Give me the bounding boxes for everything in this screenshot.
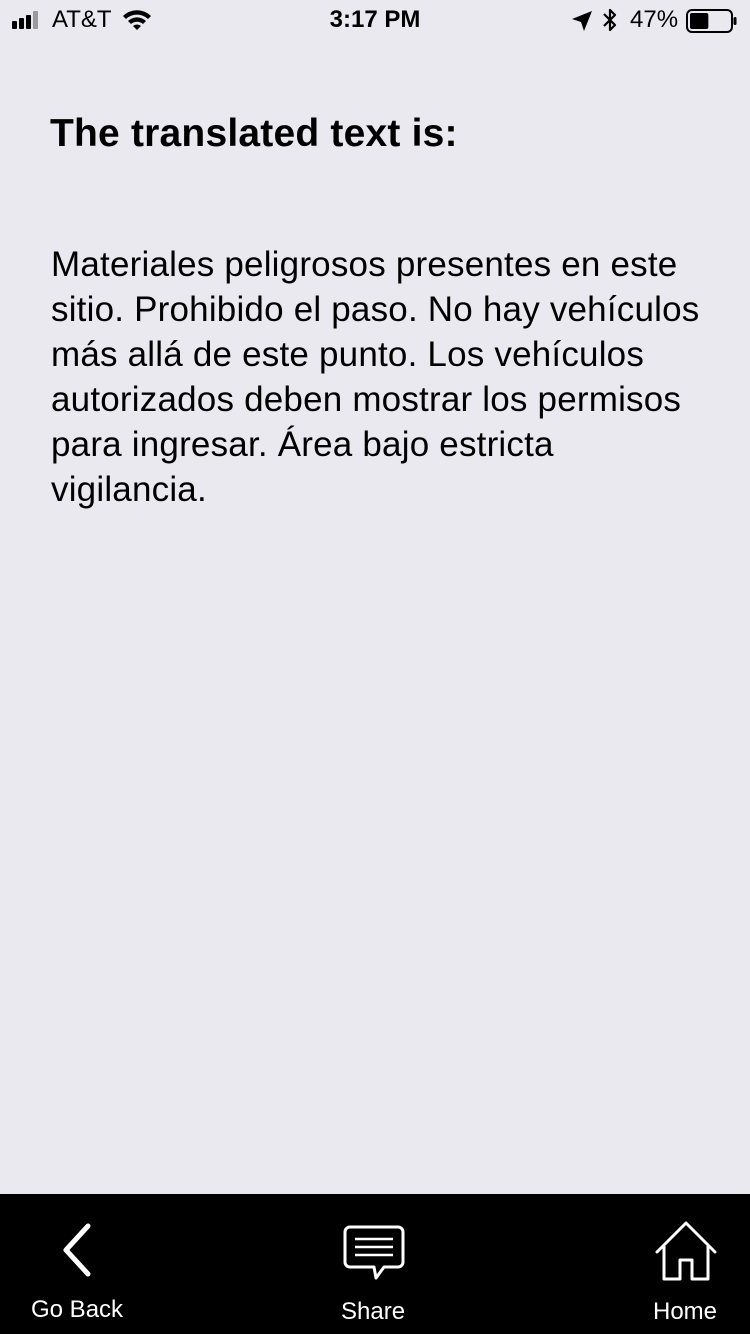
battery-percent: 47% (630, 6, 679, 33)
share-button[interactable]: Share (300, 1194, 450, 1334)
bluetooth-icon (603, 8, 617, 32)
go-back-button[interactable]: Go Back (0, 1194, 160, 1334)
speech-bubble-icon (343, 1225, 405, 1280)
status-bar: AT&T 3:17 PM 47% (0, 0, 750, 40)
translated-text: Materiales peligrosos presentes en este … (51, 245, 700, 509)
location-arrow-icon (572, 11, 592, 31)
home-button[interactable]: Home (620, 1194, 750, 1334)
house-icon (655, 1221, 717, 1281)
share-label: Share (341, 1298, 406, 1325)
battery-icon (686, 9, 737, 33)
go-back-label: Go Back (31, 1296, 124, 1323)
home-label: Home (653, 1298, 718, 1325)
page-title: The translated text is: (50, 112, 458, 155)
bottom-tab-bar: Go Back Share Home (0, 1194, 750, 1334)
chevron-left-icon (63, 1223, 91, 1277)
